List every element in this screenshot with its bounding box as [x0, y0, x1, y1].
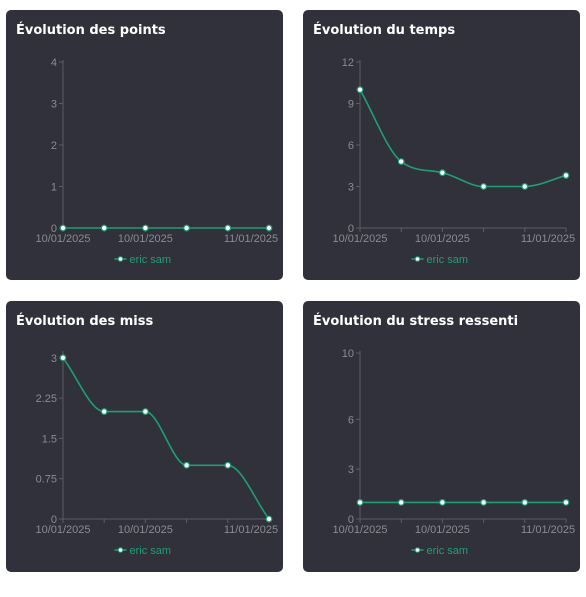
legend-marker-icon	[117, 256, 124, 262]
legend-item[interactable]: eric sam	[411, 254, 469, 266]
stress-chart: 0361010/01/2025 10/01/2025 11/01/2025eric …	[332, 348, 575, 557]
legend-label: eric sam	[130, 254, 172, 266]
data-point[interactable]	[480, 183, 488, 190]
y-tick-label: 9	[348, 99, 354, 111]
points-chart: 0123410/01/2025 10/01/2025 11/01/2025eric …	[35, 57, 278, 266]
data-point[interactable]	[265, 515, 273, 523]
x-tick-label: 10/01/2025	[332, 524, 387, 536]
data-point[interactable]	[397, 158, 405, 166]
data-point[interactable]	[100, 408, 108, 415]
temps-chart: 03691210/01/2025 10/01/2025 11/01/2025eric…	[332, 57, 575, 266]
legend-marker-icon	[414, 547, 421, 553]
legend-item[interactable]: eric sam	[411, 545, 469, 557]
x-tick-label: 10/01/2025	[118, 524, 173, 536]
data-point[interactable]	[521, 183, 529, 190]
data-point[interactable]	[438, 169, 446, 177]
data-point[interactable]	[141, 224, 149, 232]
data-point[interactable]	[183, 461, 191, 469]
x-tick-label: 11/01/2025	[224, 233, 278, 245]
data-point[interactable]	[562, 498, 570, 506]
data-point[interactable]	[100, 224, 108, 232]
legend-item[interactable]: eric sam	[114, 545, 172, 557]
data-point[interactable]	[562, 172, 570, 179]
data-point[interactable]	[59, 224, 67, 232]
x-tick-label: 10/01/2025	[35, 524, 90, 536]
y-tick-label: 2	[51, 140, 57, 152]
data-point[interactable]	[224, 224, 232, 232]
data-point[interactable]	[183, 224, 191, 232]
data-point[interactable]	[356, 86, 364, 94]
data-point[interactable]	[438, 498, 446, 506]
chart-card-temps: Évolution du temps 0 3 6 9 12 10/01/2025 10/01…	[303, 10, 580, 280]
x-tick-label: 11/01/2025	[521, 524, 575, 536]
data-point[interactable]	[224, 461, 232, 469]
series-line	[62, 357, 270, 520]
data-point[interactable]	[397, 498, 405, 506]
y-tick-label: 12	[342, 57, 354, 69]
legend-item[interactable]: eric sam	[114, 254, 172, 266]
series-line	[359, 89, 567, 188]
y-tick-label: 0.75	[36, 474, 57, 486]
data-point[interactable]	[141, 408, 149, 415]
x-tick-label: 11/01/2025	[521, 233, 575, 245]
x-tick-label: 10/01/2025	[118, 233, 173, 245]
data-point[interactable]	[59, 354, 67, 362]
y-tick-label: 2.25	[36, 393, 57, 405]
y-tick-label: 6	[348, 140, 354, 152]
y-tick-label: 1	[51, 182, 57, 194]
data-point[interactable]	[521, 498, 529, 506]
chart-card-miss: Évolution des miss 0 0.75 1.5 2.25 3 10/01/20…	[6, 301, 283, 572]
legend-label: eric sam	[130, 545, 172, 557]
chart-card-points: Évolution des points 0 1 2 3 4 10/01/2025 10/0…	[6, 10, 283, 280]
y-tick-label: 3	[348, 464, 354, 476]
data-point[interactable]	[265, 224, 273, 232]
miss-chart: 00.751.52.25310/01/2025 10/01/2025 11/01/2…	[35, 351, 278, 557]
x-tick-label: 10/01/2025	[415, 524, 470, 536]
x-tick-label: 10/01/2025	[35, 233, 90, 245]
y-tick-label: 3	[348, 182, 354, 194]
legend-label: eric sam	[427, 545, 469, 557]
legend-marker-icon	[117, 547, 124, 553]
y-tick-label: 3	[51, 99, 57, 111]
y-tick-label: 1.5	[42, 433, 57, 445]
x-tick-label: 11/01/2025	[224, 524, 278, 536]
legend-marker-icon	[414, 256, 421, 262]
legend-label: eric sam	[427, 254, 469, 266]
x-tick-label: 10/01/2025	[415, 233, 470, 245]
y-tick-label: 6	[348, 414, 354, 426]
y-tick-label: 3	[51, 353, 57, 365]
chart-card-stress: Évolution du stress ressenti 0 3 6 10 10/01/…	[303, 301, 580, 572]
y-tick-label: 4	[51, 57, 57, 69]
data-point[interactable]	[480, 498, 488, 506]
data-point[interactable]	[356, 498, 364, 506]
y-tick-label: 10	[342, 348, 354, 360]
x-tick-label: 10/01/2025	[332, 233, 387, 245]
